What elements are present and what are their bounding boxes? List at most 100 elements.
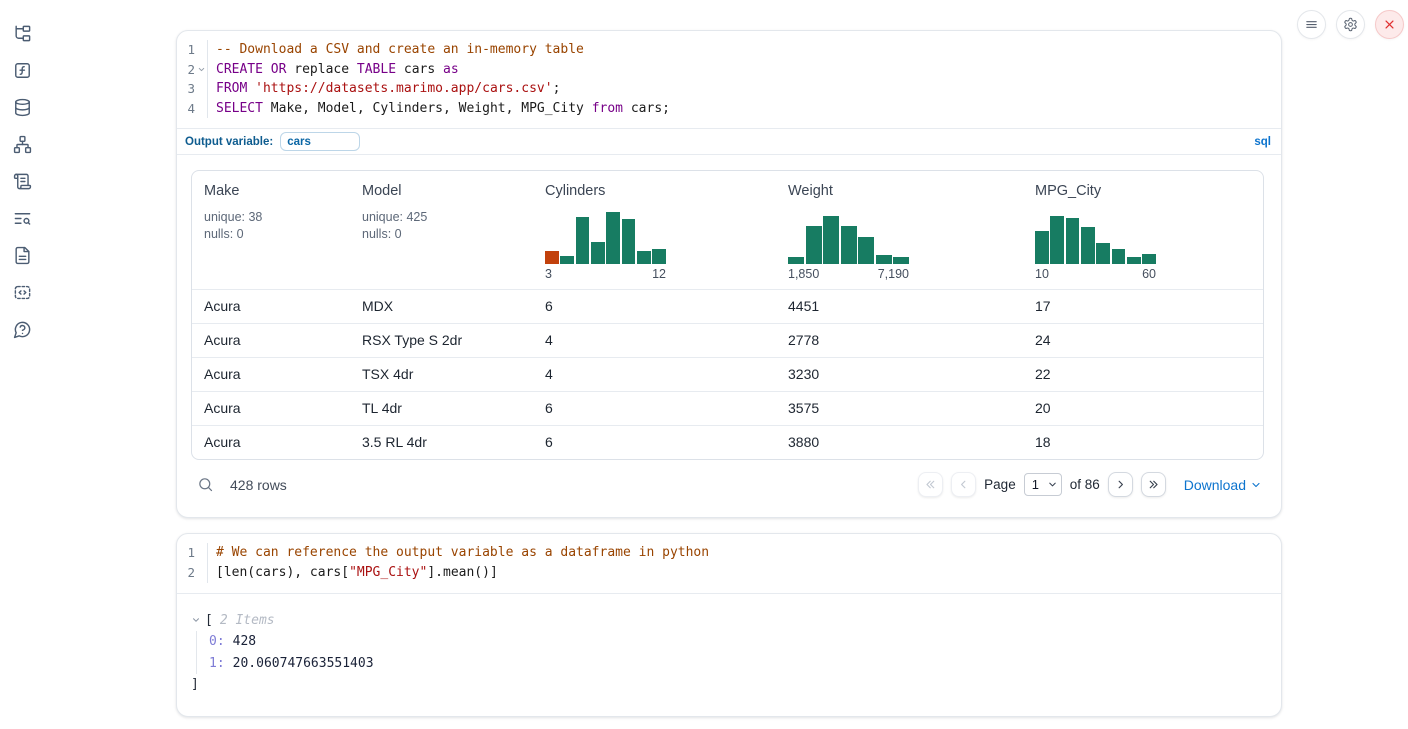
chevron-right-icon [1114,478,1127,491]
sidebar-logs-button[interactable] [12,208,32,228]
histogram-bar [876,255,892,264]
table-row[interactable]: AcuraRSX Type S 2dr4277824 [192,323,1263,357]
histogram-bar [1142,254,1156,264]
sidebar-help-button[interactable] [12,319,32,339]
histogram-min-label: 3 [545,267,552,281]
sidebar-scratchpad-button[interactable] [12,171,32,191]
histogram-bar [622,219,636,264]
sidebar-documentation-button[interactable] [12,245,32,265]
sidebar-database-button[interactable] [12,97,32,117]
column-header-mpg_city[interactable]: MPG_City1060 [1023,171,1263,289]
code-text: SELECT Make, Model, Cylinders, Weight, M… [216,99,670,119]
table-cell: 4451 [776,290,1023,323]
histogram-range-labels: 1060 [1035,267,1156,281]
column-histogram [545,209,666,264]
documentation-icon [13,246,32,265]
sql-code-editor[interactable]: 1 -- Download a CSV and create an in-memo… [177,31,1281,128]
histogram-min-label: 1,850 [788,267,819,281]
table-cell: 6 [533,426,776,459]
code-token: # We can reference the output variable a… [216,545,709,560]
code-token: replace [286,62,356,77]
menu-button[interactable] [1297,10,1326,39]
code-line[interactable]: 2 [len(cars), cars["MPG_City"].mean()] [177,563,1281,583]
fold-gutter-spacer [195,40,208,60]
file-tree-icon [13,24,32,43]
histogram-bar [823,216,839,264]
column-header-make[interactable]: Makeunique: 38nulls: 0 [192,171,350,289]
code-token: TABLE [357,62,396,77]
sidebar-file-tree-button[interactable] [12,23,32,43]
table-cell: Acura [192,392,350,425]
chevron-left-icon [957,478,970,491]
code-line[interactable]: 1 -- Download a CSV and create an in-memo… [177,40,1281,60]
snippets-icon [13,283,32,302]
data-table: Makeunique: 38nulls: 0Modelunique: 425nu… [191,170,1264,460]
column-header-cylinders[interactable]: Cylinders312 [533,171,776,289]
column-header-model[interactable]: Modelunique: 425nulls: 0 [350,171,533,289]
fold-toggle[interactable] [195,60,208,80]
code-token: -- Download a CSV and create an in-memor… [216,42,584,57]
code-token: "MPG_City" [349,565,427,580]
histogram-bar [652,249,666,264]
line-number: 2 [177,60,195,80]
python-code-editor[interactable]: 1 # We can reference the output variable … [177,534,1281,592]
code-token: ; [553,81,561,96]
code-token [247,81,255,96]
column-stats: unique: 425nulls: 0 [362,209,521,242]
code-token: as [443,62,459,77]
code-text: # We can reference the output variable a… [216,543,709,563]
first-page-button[interactable] [918,472,943,497]
histogram-bar [591,242,605,264]
table-row[interactable]: AcuraTL 4dr6357520 [192,391,1263,425]
sidebar-dependency-graph-button[interactable] [12,134,32,154]
item-key: 0 [209,634,217,649]
notebook-actions [1297,10,1404,39]
histogram-range-labels: 1,8507,190 [788,267,909,281]
column-title: Weight [788,183,1011,199]
code-line[interactable]: 1 # We can reference the output variable … [177,543,1281,563]
line-number: 4 [177,99,195,119]
code-line[interactable]: 4 SELECT Make, Model, Cylinders, Weight, … [177,99,1281,119]
histogram-max-label: 12 [652,267,666,281]
histogram-bar [1127,257,1141,264]
logs-icon [13,209,32,228]
histogram-bar [1112,249,1126,264]
code-line[interactable]: 2CREATE OR replace TABLE cars as [177,60,1281,80]
language-badge[interactable]: sql [1254,136,1271,148]
table-body: AcuraMDX6445117AcuraRSX Type S 2dr427782… [192,289,1263,459]
table-row[interactable]: AcuraMDX6445117 [192,289,1263,323]
editor-gutter: 1 [177,543,208,563]
histogram-bar [841,226,857,264]
table-header: Makeunique: 38nulls: 0Modelunique: 425nu… [192,171,1263,289]
settings-button[interactable] [1336,10,1365,39]
output-variable-row: Output variable: sql [177,128,1281,154]
output-variable-input[interactable] [280,132,360,151]
database-icon [13,98,32,117]
table-search-button[interactable] [195,475,215,495]
table-cell: MDX [350,290,533,323]
line-number: 2 [177,563,195,583]
histogram-bar [1035,231,1049,264]
histogram-bar [858,237,874,264]
chevron-down-icon [1250,479,1262,491]
download-button[interactable]: Download [1184,477,1262,493]
code-line[interactable]: 3FROM 'https://datasets.marimo.app/cars.… [177,79,1281,99]
histogram-min-label: 10 [1035,267,1049,281]
page-select[interactable]: 1 [1025,476,1061,493]
code-token: ].mean()] [427,565,497,580]
sidebar-snippets-button[interactable] [12,282,32,302]
code-text: [len(cars), cars["MPG_City"].mean()] [216,563,498,583]
prev-page-button[interactable] [951,472,976,497]
sidebar-function-button[interactable] [12,60,32,80]
last-page-button[interactable] [1141,472,1166,497]
column-header-weight[interactable]: Weight 1,8507,190 [776,171,1023,289]
row-count: 428 rows [230,477,287,493]
column-stats: unique: 38nulls: 0 [204,209,338,242]
editor-gutter: 2 [177,60,208,80]
table-row[interactable]: AcuraTSX 4dr4323022 [192,357,1263,391]
collapse-toggle[interactable] [191,615,205,625]
line-number: 1 [177,40,195,60]
shutdown-button[interactable] [1375,10,1404,39]
next-page-button[interactable] [1108,472,1133,497]
table-row[interactable]: Acura3.5 RL 4dr6388018 [192,425,1263,459]
